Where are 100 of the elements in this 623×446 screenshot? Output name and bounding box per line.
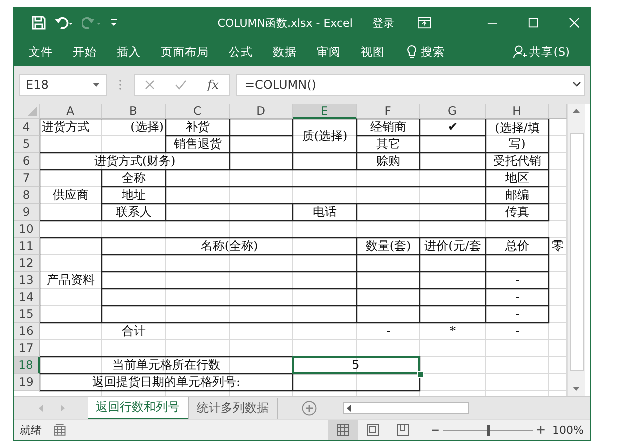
ribbon-tab[interactable]: 开始 [73, 44, 97, 60]
table-cell-text: 电话 [312, 204, 338, 221]
undo-icon[interactable] [54, 16, 74, 30]
col-heading[interactable]: G [420, 104, 486, 119]
table-cell-text: 质(选择) [301, 128, 349, 145]
table-cell-text: 数量(套) [364, 238, 412, 255]
table-cell-text: 总价 [504, 238, 530, 255]
table-cell-text: 返回提货日期的单元格列号: [91, 374, 242, 391]
table-cell-text: - [514, 272, 521, 289]
table-cell-text: 邮编 [504, 187, 530, 204]
table-cell-text: 联系人 [115, 204, 153, 221]
col-heading[interactable]: D [230, 104, 293, 119]
insert-function-button[interactable]: fx [208, 78, 219, 92]
table-cell-text: 产品资料 [46, 272, 96, 290]
row-heading[interactable]: 4 [14, 118, 40, 136]
table-cell-text: 进价(元/套 [424, 238, 482, 255]
row-heading[interactable]: 9 [14, 204, 40, 221]
formula-field[interactable]: =COLUMN() [236, 74, 585, 96]
horizontal-scrollbar[interactable] [343, 402, 469, 414]
table-cell-text: - [385, 323, 392, 340]
customize-icon[interactable] [110, 18, 118, 28]
table-cell-text: 零 [551, 238, 565, 255]
row-heading[interactable]: 8 [14, 186, 40, 204]
macro-recording-icon[interactable] [54, 424, 66, 436]
row-heading[interactable]: 11 [14, 238, 40, 255]
row-heading[interactable]: 16 [14, 322, 40, 340]
table-cell-text: 供应商 [52, 187, 90, 204]
row-heading[interactable]: 17 [14, 340, 40, 357]
col-heading[interactable]: H [486, 104, 549, 119]
table-cell-text: 传真 [504, 204, 530, 221]
ribbon-tab[interactable]: 页面布局 [161, 44, 209, 60]
search-label[interactable]: 搜索 [421, 44, 445, 60]
row-heading[interactable]: 12 [14, 254, 40, 272]
zoom-thumb[interactable] [486, 424, 490, 436]
table-cell-text: ✔ [447, 119, 459, 136]
table-cell-text: 进货方式 [41, 119, 91, 136]
scroll-left-icon[interactable] [347, 404, 351, 412]
fill-handle[interactable] [417, 370, 424, 378]
zoom-in-icon[interactable] [536, 426, 545, 434]
table-cell-text: 地区 [504, 170, 530, 187]
normal-view-button[interactable] [328, 420, 358, 440]
table-cell-text: (选择/填写) [494, 120, 541, 153]
table-cell-text: (选择) [130, 119, 165, 136]
table-cell-text: 进货方式(财务) [93, 153, 177, 170]
row-heading[interactable]: 18 [14, 356, 40, 374]
table-cell-text: - [514, 306, 521, 323]
expand-icon[interactable] [573, 82, 581, 88]
maximize-icon[interactable] [528, 17, 539, 30]
scroll-up-icon[interactable] [573, 108, 580, 113]
col-heading[interactable]: C [166, 104, 230, 119]
table-cell: 5 [292, 356, 420, 374]
name-box[interactable]: E18 [19, 74, 107, 96]
check-icon[interactable] [175, 80, 188, 90]
ribbon-tab[interactable]: 公式 [229, 44, 253, 60]
table-cell-text: 当前单元格所在行数 [112, 357, 222, 374]
caret-icon[interactable] [93, 82, 100, 87]
lightbulb-icon[interactable] [407, 45, 417, 60]
row-heading[interactable]: 5 [14, 136, 40, 153]
page-break-icon [396, 424, 409, 436]
page-icon [366, 424, 379, 436]
row-heading[interactable]: 14 [14, 288, 40, 306]
table-cell-text: 销售退货 [173, 136, 223, 153]
table-cell-text: 赊购 [376, 153, 402, 170]
table-cell-text: - [514, 323, 521, 340]
row-heading[interactable]: 15 [14, 306, 40, 323]
sheet-tab[interactable]: 返回行数和列号 [88, 396, 189, 420]
col-heading[interactable]: F [357, 104, 420, 119]
ribbon-tab[interactable]: 审阅 [317, 44, 341, 60]
close-icon[interactable] [568, 17, 580, 30]
ribbon-tab[interactable]: 文件 [29, 44, 53, 60]
row-heading[interactable]: 6 [14, 152, 40, 170]
ribbon-tab[interactable]: 插入 [117, 44, 141, 60]
share-button[interactable]: 共享(S) [530, 44, 570, 60]
ribbon-display-icon[interactable] [418, 17, 431, 30]
status-text: 就绪 [20, 422, 42, 438]
row-heading[interactable]: 13 [14, 272, 40, 289]
ribbon-tab[interactable]: 视图 [361, 44, 385, 60]
table-cell-text: 经销商 [370, 119, 408, 136]
vertical-scrollbar[interactable] [567, 104, 585, 396]
row-heading[interactable]: 7 [14, 170, 40, 187]
row-heading[interactable]: 10 [14, 220, 40, 238]
table-cell-text: 其它 [376, 136, 402, 153]
table-cell-text: 地址 [121, 187, 147, 204]
table-cell-text: 补货 [185, 119, 211, 136]
table-cell-text: * [449, 323, 457, 340]
person-icon[interactable] [512, 45, 527, 60]
table-cell-text: 名称(全称) [200, 238, 260, 255]
col-heading[interactable]: E [293, 104, 357, 119]
col-heading[interactable]: B [102, 104, 166, 119]
sign-in-link[interactable]: 登录 [372, 16, 410, 31]
scroll-down-icon[interactable] [573, 387, 580, 392]
save-icon[interactable] [32, 16, 46, 30]
table-cell-text: - [514, 289, 521, 306]
ribbon-tab[interactable]: 数据 [273, 44, 297, 60]
col-heading[interactable]: A [40, 104, 102, 119]
table-cell-text: 全称 [121, 170, 147, 187]
row-heading[interactable]: 19 [14, 374, 40, 391]
zoom-level[interactable]: 100% [552, 424, 584, 437]
add-sheet-icon[interactable] [302, 400, 317, 416]
scroll-thumb[interactable] [570, 132, 584, 372]
